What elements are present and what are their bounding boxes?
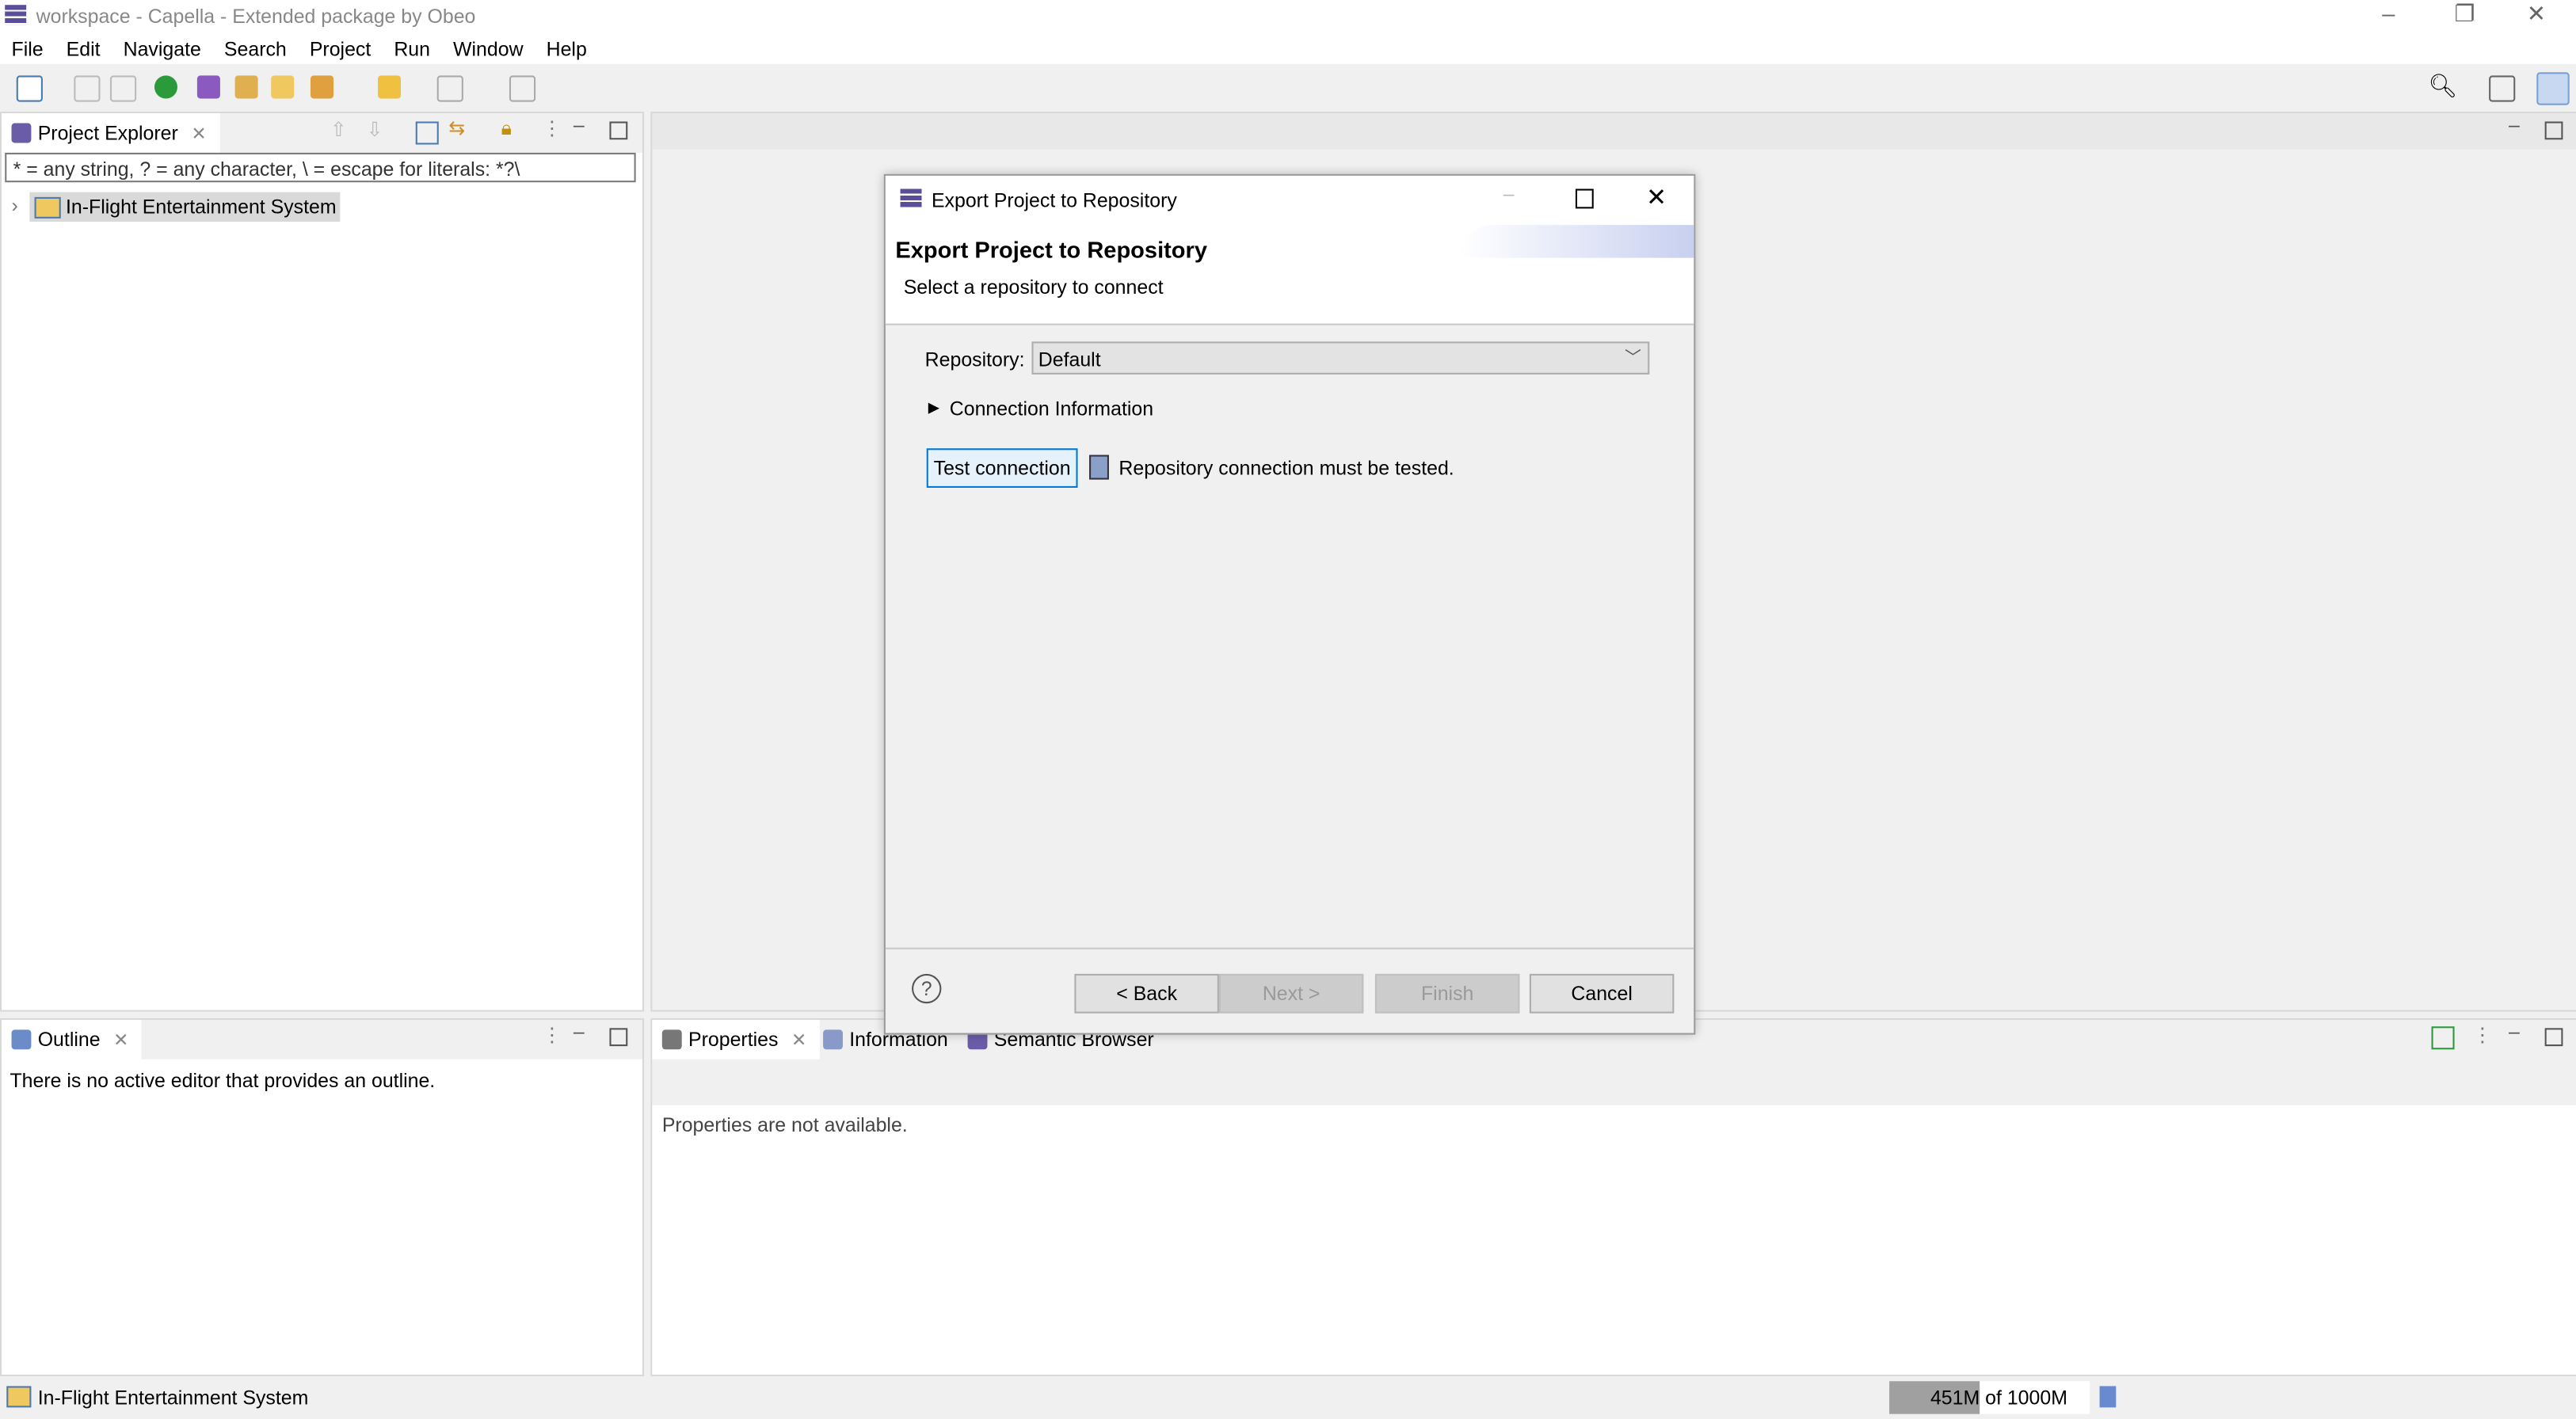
view-menu-icon[interactable]: ⋮ <box>542 1023 562 1046</box>
next-button[interactable]: Next > <box>1218 973 1364 1014</box>
export-dialog: Export Project to Repository – ✕ Export … <box>883 173 1696 1035</box>
window-title: workspace - Capella - Extended package b… <box>36 5 476 29</box>
dialog-subheading: Select a repository to connect <box>903 276 1164 299</box>
menu-bar: File Edit Navigate Search Project Run Window He… <box>0 32 2576 64</box>
menu-run[interactable]: Run <box>394 38 430 61</box>
close-button[interactable]: ✕ <box>2527 0 2546 28</box>
lock-icon[interactable]: 🔒︎ <box>501 116 512 141</box>
banner-graphic <box>1460 225 1694 258</box>
outline-panel: Outline ✕ ⋮ – There is no active editor t… <box>0 1018 645 1377</box>
tab-properties[interactable]: Properties ✕ <box>652 1019 820 1059</box>
open-perspective-icon[interactable] <box>2489 75 2516 102</box>
repository-label: Repository: <box>924 348 1025 371</box>
capella-logo-icon <box>5 5 27 25</box>
maximize-view-icon[interactable] <box>609 121 628 140</box>
connection-information-section[interactable]: Connection Information <box>950 398 1153 420</box>
new-icon[interactable] <box>16 75 43 102</box>
minimize-view-icon[interactable]: – <box>574 113 585 136</box>
garbage-collect-icon[interactable] <box>2099 1386 2117 1408</box>
run-icon[interactable] <box>154 75 177 99</box>
menu-file[interactable]: File <box>12 38 44 61</box>
tab-project-explorer[interactable]: Project Explorer ✕ <box>2 113 220 153</box>
save-icon[interactable] <box>74 75 101 102</box>
tab-outline[interactable]: Outline ✕ <box>2 1019 142 1059</box>
dialog-maximize-button[interactable] <box>1575 188 1594 209</box>
folder-icon[interactable] <box>271 75 295 99</box>
test-connection-button[interactable]: Test connection <box>926 448 1078 488</box>
dialog-minimize-button[interactable]: – <box>1503 182 1515 205</box>
search-icon[interactable]: 🔍︎ <box>2428 72 2457 100</box>
up-icon[interactable]: ⇧ <box>330 118 347 141</box>
chevron-down-icon: ﹀ <box>1625 349 1641 368</box>
maximize-view-icon[interactable] <box>609 1028 628 1047</box>
import-icon[interactable] <box>234 75 258 99</box>
project-status-icon <box>6 1386 32 1408</box>
properties-icon <box>661 1029 682 1050</box>
capella-perspective-icon[interactable] <box>2536 72 2570 105</box>
outline-message: There is no active editor that provides … <box>10 1069 436 1093</box>
tree-item-label: In-Flight Entertainment System <box>65 195 337 219</box>
dialog-window-title: Export Project to Repository <box>931 188 1177 212</box>
down-icon[interactable]: ⇩ <box>367 118 383 141</box>
pin-icon[interactable] <box>2431 1026 2455 1050</box>
menu-edit[interactable]: Edit <box>67 38 101 61</box>
tab-label: Outline <box>37 1028 101 1052</box>
menu-search[interactable]: Search <box>224 38 287 61</box>
heap-status-bar[interactable]: 451M of 1000M <box>1889 1381 2090 1414</box>
forward-arrow-icon[interactable] <box>436 75 463 102</box>
edit-icon[interactable] <box>509 75 536 102</box>
information-icon <box>823 1029 843 1050</box>
repository-value: Default <box>1038 348 1101 371</box>
wand-icon[interactable] <box>310 75 334 99</box>
expand-chevron-icon[interactable]: › <box>12 194 18 217</box>
link-editor-icon[interactable]: ⇆ <box>448 116 465 139</box>
maximize-editor-icon[interactable] <box>2544 121 2563 140</box>
restore-button[interactable]: ❐ <box>2455 0 2475 28</box>
outline-icon <box>11 1029 32 1050</box>
heap-used: 451M <box>1930 1386 1980 1409</box>
project-folder-icon <box>34 196 61 219</box>
close-icon[interactable]: ✕ <box>191 125 206 145</box>
title-bar: workspace - Capella - Extended package b… <box>0 0 2576 33</box>
menu-project[interactable]: Project <box>310 38 371 61</box>
view-menu-icon[interactable]: ⋮ <box>2472 1023 2492 1046</box>
cancel-button[interactable]: Cancel <box>1529 973 1675 1014</box>
status-bar: In-Flight Entertainment System 451M of 1… <box>0 1376 2576 1419</box>
dialog-heading: Export Project to Repository <box>895 236 1208 263</box>
minimize-view-icon[interactable]: – <box>2509 1020 2520 1043</box>
tab-label: Properties <box>688 1028 779 1052</box>
back-button[interactable]: < Back <box>1074 973 1219 1014</box>
view-menu-icon[interactable]: ⋮ <box>542 116 562 139</box>
tree-item-project[interactable]: In-Flight Entertainment System <box>29 192 340 222</box>
back-arrow-icon[interactable] <box>378 75 402 99</box>
project-explorer-icon <box>11 123 32 143</box>
menu-window[interactable]: Window <box>453 38 524 61</box>
project-explorer-panel: Project Explorer ✕ ⇧ ⇩ ⇆ 🔒︎ ⋮ – * = any s… <box>0 112 645 1012</box>
tab-label: Project Explorer <box>37 121 178 145</box>
repository-select[interactable]: Default ﹀ <box>1031 341 1650 375</box>
minimize-button[interactable]: – <box>2382 0 2395 26</box>
close-icon[interactable]: ✕ <box>791 1031 806 1051</box>
status-selection: In-Flight Entertainment System <box>37 1386 309 1409</box>
finish-button[interactable]: Finish <box>1374 973 1520 1014</box>
properties-panel: Properties ✕ Information Semantic Browser… <box>650 1018 2576 1377</box>
save-all-icon[interactable] <box>109 75 137 102</box>
properties-message: Properties are not available. <box>661 1113 908 1137</box>
dialog-icon <box>900 188 922 209</box>
expand-triangle-icon[interactable]: ▶ <box>928 399 939 417</box>
test-status-message: Repository connection must be tested. <box>1118 456 1454 480</box>
minimize-editor-icon[interactable]: – <box>2509 113 2520 136</box>
help-icon[interactable]: ? <box>912 973 942 1004</box>
menu-navigate[interactable]: Navigate <box>124 38 201 61</box>
repository-status-icon <box>1089 455 1109 480</box>
package-icon[interactable] <box>196 75 220 99</box>
maximize-view-icon[interactable] <box>2544 1028 2563 1047</box>
filter-input[interactable]: * = any string, ? = any character, \ = e… <box>5 152 636 183</box>
dialog-close-button[interactable]: ✕ <box>1646 182 1667 211</box>
close-icon[interactable]: ✕ <box>113 1031 128 1051</box>
minimize-view-icon[interactable]: – <box>574 1020 585 1043</box>
menu-help[interactable]: Help <box>547 38 587 61</box>
heap-total: of 1000M <box>1985 1386 2067 1409</box>
collapse-all-icon[interactable] <box>415 121 439 145</box>
